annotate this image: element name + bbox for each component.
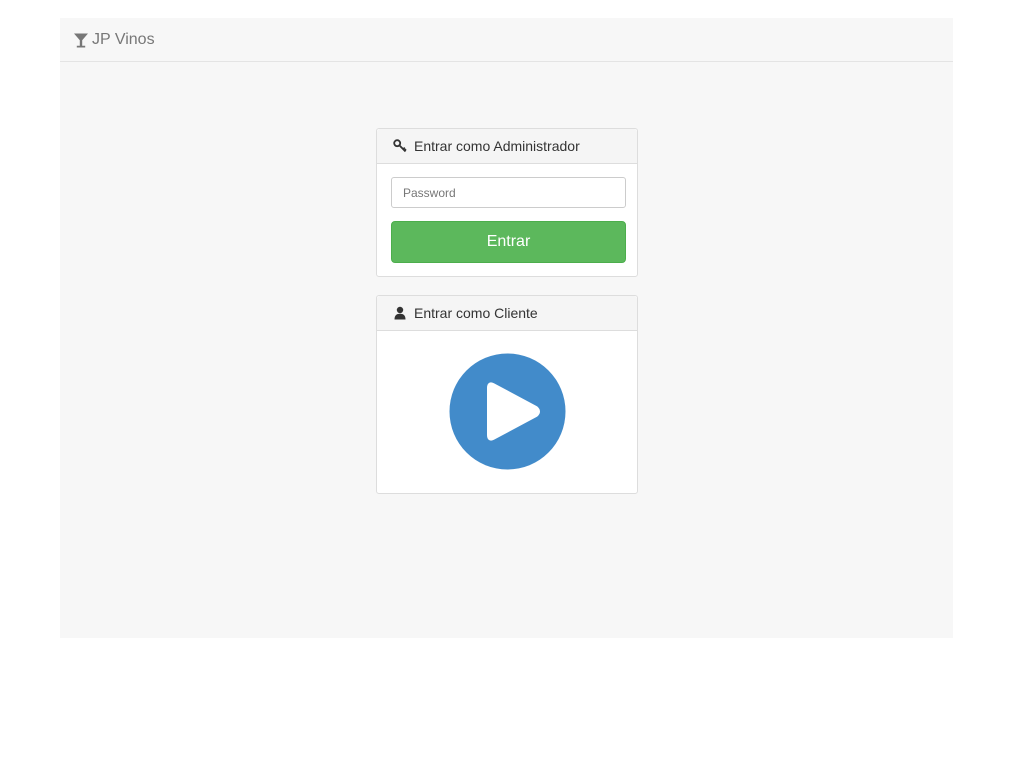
brand-link[interactable]: JP Vinos bbox=[73, 31, 155, 49]
client-panel-heading: Entrar como Cliente bbox=[377, 296, 637, 331]
admin-login-panel: Entrar como Administrador Entrar bbox=[376, 128, 638, 277]
admin-panel-body: Entrar bbox=[377, 164, 637, 263]
entrar-button[interactable]: Entrar bbox=[391, 221, 626, 263]
user-icon bbox=[393, 306, 407, 320]
client-panel-title: Entrar como Cliente bbox=[414, 305, 538, 321]
navbar: JP Vinos bbox=[60, 18, 953, 62]
key-icon bbox=[393, 139, 407, 153]
app-container: JP Vinos Entrar como Administrador Entra… bbox=[60, 18, 953, 638]
admin-panel-heading: Entrar como Administrador bbox=[377, 129, 637, 164]
password-input[interactable] bbox=[391, 177, 626, 208]
client-login-panel: Entrar como Cliente bbox=[376, 295, 638, 494]
admin-panel-title: Entrar como Administrador bbox=[414, 138, 580, 154]
play-circle-icon[interactable] bbox=[449, 353, 566, 470]
client-panel-body bbox=[377, 331, 637, 470]
glass-icon bbox=[73, 32, 89, 48]
brand-label: JP Vinos bbox=[92, 30, 155, 48]
